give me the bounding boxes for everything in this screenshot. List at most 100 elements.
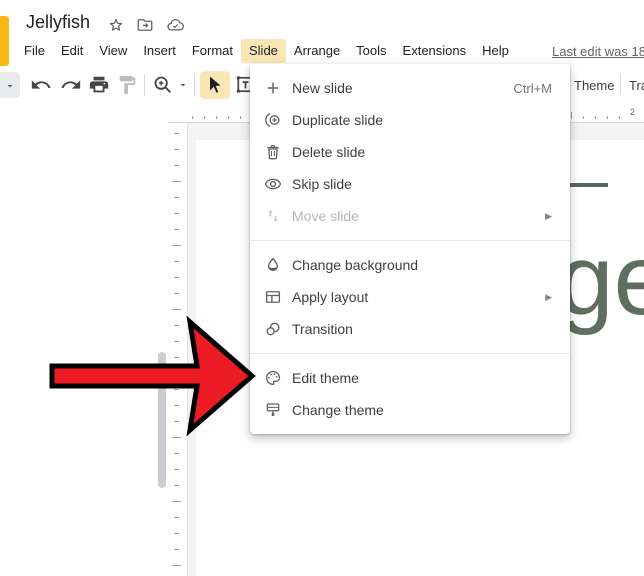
menubar-item-slide[interactable]: Slide [241,39,286,63]
menu-item-label: Apply layout [292,289,368,305]
filmstrip-scrollbar[interactable] [158,352,166,488]
menu-item-label: New slide [292,80,353,96]
chevron-down-icon [4,80,16,92]
edit-theme-icon [264,369,282,387]
ruler-tick [172,245,181,246]
ruler-tick [174,229,179,230]
google-slides-window: ge 2 2 3 Existing [0,0,644,576]
menubar-item-format[interactable]: Format [184,39,241,63]
ruler-tick [174,453,179,454]
ruler-tick [172,437,181,438]
submenu-arrow-icon: ▶ [545,211,552,222]
move-folder-icon[interactable] [136,16,154,34]
transition-button[interactable]: Transition [629,78,644,93]
theme-button[interactable]: Theme [574,78,614,93]
ruler-tick [595,116,596,119]
menubar-item-edit[interactable]: Edit [53,39,91,63]
menu-item-label: Duplicate slide [292,112,383,128]
paint-format-icon[interactable] [116,74,138,96]
menu-item-transition[interactable]: Transition [250,313,570,345]
move-slide-icon [264,207,282,225]
h-ruler-label: 2 [630,107,635,117]
menubar: FileEditViewInsertFormatSlideArrangeTool… [16,39,517,63]
ruler-tick [204,116,205,119]
duplicate-slide-icon [264,111,282,129]
vertical-ruler: 2 3 [168,123,188,576]
transition-icon [264,320,282,338]
ruler-tick [228,116,229,119]
ruler-tick [172,501,181,502]
menu-divider [250,353,570,354]
toolbar-divider [194,74,195,96]
menubar-item-extensions[interactable]: Extensions [395,39,475,63]
ruler-tick [174,149,179,150]
menu-item-new-slide[interactable]: New slideCtrl+M [250,72,570,104]
menu-item-label: Change theme [292,402,384,418]
ruler-tick [172,309,181,310]
menu-item-label: Transition [292,321,353,337]
ruler-tick [174,165,179,166]
menubar-item-arrange[interactable]: Arrange [286,39,348,63]
menu-item-change-theme[interactable]: Change theme [250,394,570,426]
menu-item-apply-layout[interactable]: Apply layout ▶ [250,281,570,313]
change-theme-icon [264,401,282,419]
change-background-icon [264,256,282,274]
menu-item-change-background[interactable]: Change background [250,249,570,281]
slide-partial-title: ge [558,230,644,330]
ruler-tick [619,116,620,119]
menu-item-duplicate-slide[interactable]: Duplicate slide [250,104,570,136]
cloud-status-icon[interactable] [166,16,185,34]
ruler-tick [174,277,179,278]
ruler-tick [174,341,179,342]
ruler-tick [216,116,217,119]
zoom-icon[interactable] [152,74,174,96]
delete-slide-icon [264,143,282,161]
ruler-tick [174,213,179,214]
filmstrip-panel [0,105,156,576]
new-slide-icon [264,79,282,97]
ruler-tick [174,325,179,326]
toolbar-more-button[interactable] [0,72,20,98]
menubar-item-help[interactable]: Help [474,39,517,63]
ruler-tick [571,112,572,119]
menubar-item-view[interactable]: View [91,39,135,63]
menu-item-skip-slide[interactable]: Skip slide [250,168,570,200]
document-title[interactable]: Jellyfish [26,12,90,33]
header-bar: Jellyfish FileEditViewInsertFormatSlideA… [0,0,644,64]
menubar-item-insert[interactable]: Insert [135,39,184,63]
ruler-tick [174,389,179,390]
menu-item-label: Delete slide [292,144,365,160]
skip-slide-icon [264,175,282,193]
slides-logo-icon[interactable] [0,16,9,66]
menu-divider [250,240,570,241]
toolbar-divider [144,74,145,96]
menu-item-edit-theme[interactable]: Edit theme [250,362,570,394]
ruler-tick [174,197,179,198]
menu-item-delete-slide[interactable]: Delete slide [250,136,570,168]
toolbar-divider [620,75,621,93]
chevron-down-icon[interactable] [177,79,189,91]
ruler-tick [172,565,181,566]
ruler-tick [174,421,179,422]
star-icon[interactable] [107,16,125,34]
ruler-tick [172,181,181,182]
apply-layout-icon [264,288,282,306]
ruler-tick [174,357,179,358]
last-edit-link[interactable]: Last edit was 18 [552,44,644,59]
menubar-item-file[interactable]: File [16,39,53,63]
select-tool-button[interactable] [200,71,230,99]
ruler-tick [174,133,179,134]
redo-icon[interactable] [60,74,82,96]
submenu-arrow-icon: ▶ [545,292,552,303]
cursor-arrow-icon [205,74,225,94]
print-icon[interactable] [88,74,110,96]
ruler-tick [607,116,608,119]
undo-icon[interactable] [30,74,52,96]
menu-item-label: Move slide [292,208,359,224]
slide-menu-dropdown: New slideCtrl+M Duplicate slide Delete sli… [250,64,570,434]
ruler-tick [583,116,584,119]
menu-item-label: Skip slide [292,176,352,192]
ruler-tick [174,261,179,262]
ruler-tick [174,485,179,486]
menubar-item-tools[interactable]: Tools [348,39,394,63]
